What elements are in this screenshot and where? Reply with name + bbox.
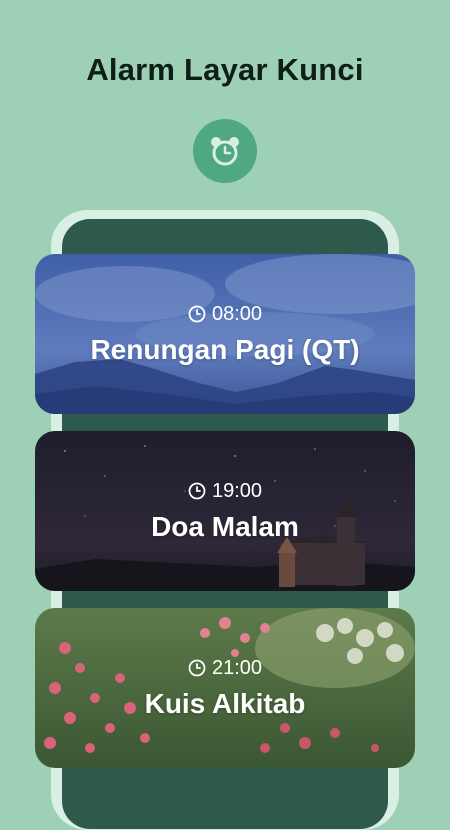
- alarm-time: 19:00: [211, 479, 263, 502]
- alarm-badge: [193, 119, 257, 183]
- alarm-card-morning[interactable]: 08:00 Renungan Pagi (QT): [35, 254, 415, 414]
- clock-icon: [188, 305, 206, 323]
- alarm-time: 21:00: [211, 656, 263, 679]
- alarm-time: 08:00: [211, 302, 263, 325]
- page-title: Alarm Layar Kunci: [86, 52, 364, 87]
- alarm-card-quiz[interactable]: 21:00 Kuis Alkitab: [35, 608, 415, 768]
- alarm-card-evening[interactable]: 19:00 Doa Malam: [35, 431, 415, 591]
- alarm-label: Renungan Pagi (QT): [90, 333, 360, 365]
- alarm-clock-icon: [211, 137, 239, 166]
- clock-icon: [188, 659, 206, 677]
- clock-icon: [188, 482, 206, 500]
- alarm-label: Doa Malam: [151, 510, 299, 542]
- alarm-label: Kuis Alkitab: [144, 687, 306, 719]
